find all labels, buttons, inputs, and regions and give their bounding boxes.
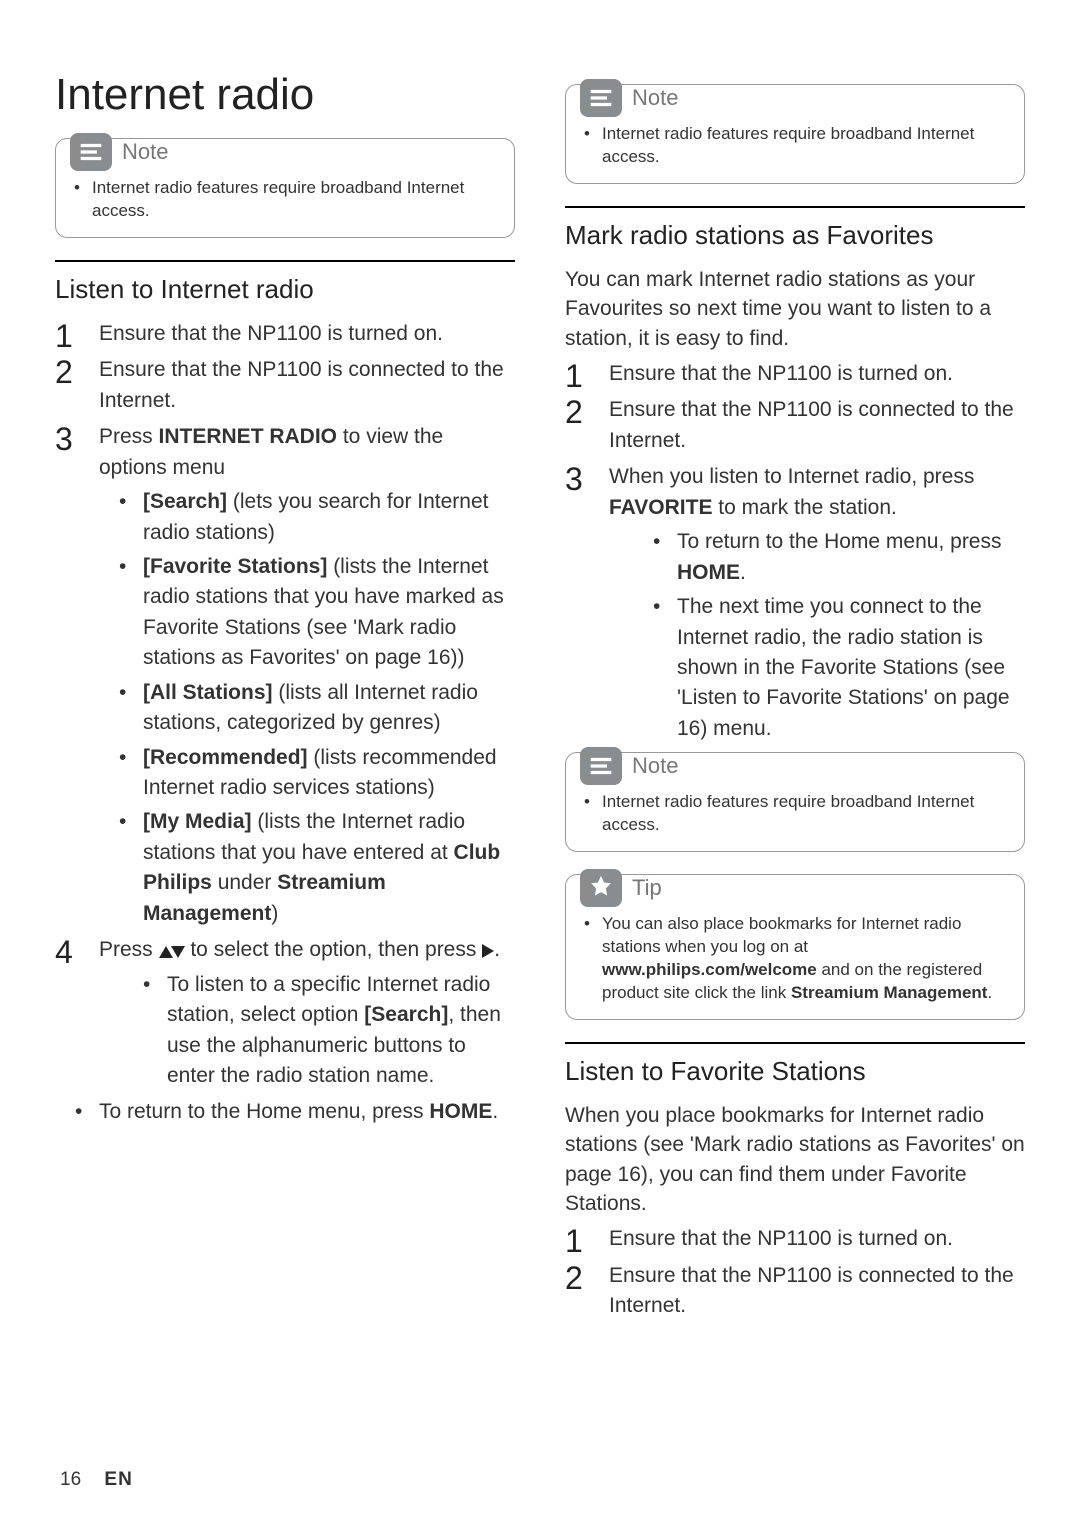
fav-step-2: Ensure that the NP1100 is connected to t…: [565, 395, 1025, 456]
note-icon: [580, 747, 622, 785]
option-recommended: [Recommended] (lists recommended Interne…: [99, 743, 515, 804]
note-label: Note: [632, 753, 678, 779]
note-label: Note: [122, 139, 168, 165]
step-1: Ensure that the NP1100 is turned on.: [55, 319, 515, 349]
page-lang: EN: [104, 1469, 132, 1490]
tip-body: You can also place bookmarks for Interne…: [584, 913, 1006, 1005]
section-rule: [565, 206, 1025, 208]
section-rule: [55, 260, 515, 262]
section-listen-internet-radio: Listen to Internet radio: [55, 274, 515, 305]
listen-intro: When you place bookmarks for Internet ra…: [565, 1101, 1025, 1219]
section-rule: [565, 1042, 1025, 1044]
page-footer: 16 EN: [60, 1469, 133, 1491]
option-search: [Search] (lets you search for Internet r…: [99, 487, 515, 548]
down-arrow-icon: [171, 946, 185, 958]
note-callout-right-mid: Note Internet radio features require bro…: [565, 752, 1025, 852]
section-listen-favorite-stations: Listen to Favorite Stations: [565, 1056, 1025, 1087]
page-title: Internet radio: [55, 70, 515, 120]
note-label: Note: [632, 85, 678, 111]
step-4-sub: To listen to a specific Internet radio s…: [99, 970, 515, 1092]
step-3: Press INTERNET RADIO to view the options…: [55, 422, 515, 929]
note-body: Internet radio features require broadban…: [584, 791, 1006, 837]
tip-icon: [580, 869, 622, 907]
option-favorite-stations: [Favorite Stations] (lists the Internet …: [99, 552, 515, 674]
fav-step-1: Ensure that the NP1100 is turned on.: [565, 359, 1025, 389]
right-arrow-icon: [482, 944, 494, 958]
note-icon: [70, 133, 112, 171]
step-2: Ensure that the NP1100 is connected to t…: [55, 355, 515, 416]
tip-callout: Tip You can also place bookmarks for Int…: [565, 874, 1025, 1020]
listen-step-2: Ensure that the NP1100 is connected to t…: [565, 1261, 1025, 1322]
note-callout-right-top: Note Internet radio features require bro…: [565, 84, 1025, 184]
note-callout-left: Note Internet radio features require bro…: [55, 138, 515, 238]
note-body: Internet radio features require broadban…: [74, 177, 496, 223]
return-home-left: To return to the Home menu, press HOME.: [55, 1097, 515, 1127]
tip-label: Tip: [632, 875, 662, 901]
note-icon: [580, 79, 622, 117]
fav-step-3: When you listen to Internet radio, press…: [565, 462, 1025, 744]
step-4: Press to select the option, then press .…: [55, 935, 515, 1091]
note-body: Internet radio features require broadban…: [584, 123, 1006, 169]
listen-step-1: Ensure that the NP1100 is turned on.: [565, 1224, 1025, 1254]
fav-sub-next-time: The next time you connect to the Interne…: [609, 592, 1025, 744]
option-all-stations: [All Stations] (lists all Internet radio…: [99, 678, 515, 739]
fav-sub-home: To return to the Home menu, press HOME.: [609, 527, 1025, 588]
page-number: 16: [60, 1469, 81, 1490]
fav-intro: You can mark Internet radio stations as …: [565, 265, 1025, 353]
option-my-media: [My Media] (lists the Internet radio sta…: [99, 807, 515, 929]
section-mark-favorites: Mark radio stations as Favorites: [565, 220, 1025, 251]
